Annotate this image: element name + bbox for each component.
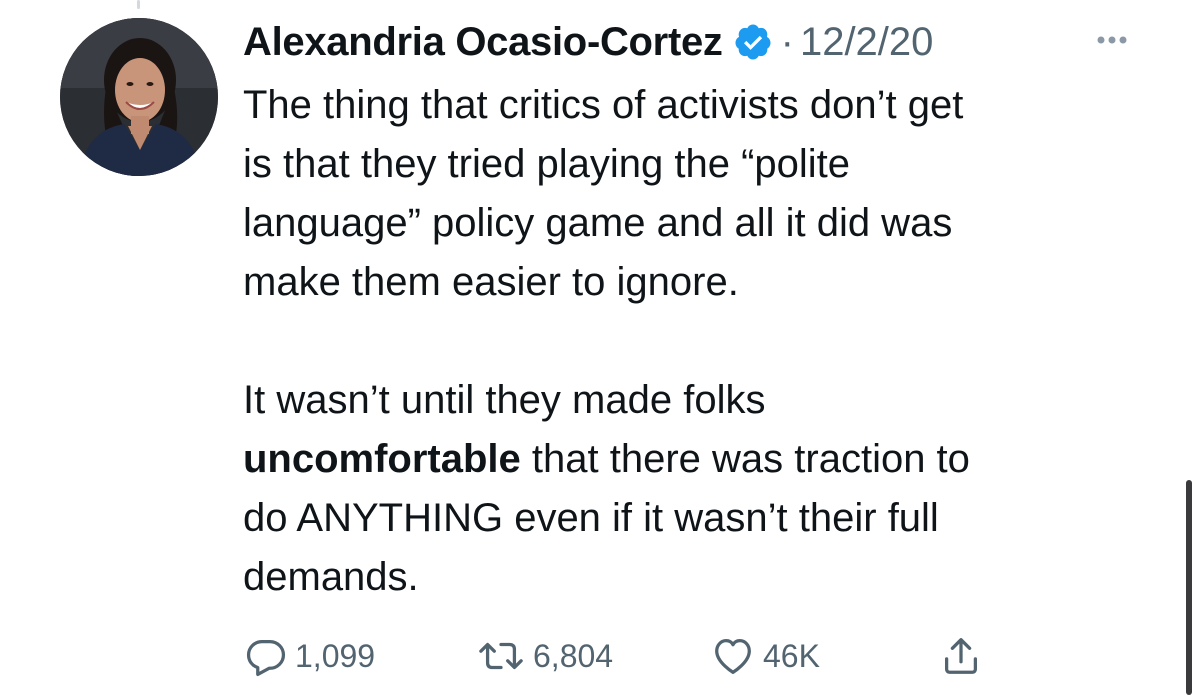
tweet-text-fragment: that there was traction to: [520, 437, 970, 481]
avatar-image: [60, 18, 218, 176]
tweet-header: Alexandria Ocasio-Cortez · 12/2/20: [243, 12, 933, 72]
retweet-icon: [471, 633, 531, 679]
separator-dot: ·: [780, 19, 794, 64]
tweet-date[interactable]: 12/2/20: [800, 20, 933, 65]
tweet-text: The thing that critics of activists don’…: [243, 76, 1143, 607]
like-count: 46K: [763, 637, 820, 674]
thread-line: [137, 0, 140, 9]
avatar[interactable]: [60, 18, 218, 176]
reply-icon: [243, 633, 289, 679]
tweet-actions: 1,099 6,804 46K: [243, 630, 1143, 682]
verified-badge-icon: [733, 22, 773, 62]
bold-word: uncomfortable: [243, 437, 521, 481]
tweet-text-line: uncomfortable that there was traction to: [243, 430, 1143, 489]
tweet[interactable]: Alexandria Ocasio-Cortez · 12/2/20 The t…: [0, 0, 1200, 695]
tweet-text-line: demands.: [243, 555, 419, 599]
retweet-count: 6,804: [533, 637, 614, 674]
tweet-text-line: is that they tried playing the “polite: [243, 142, 851, 186]
tweet-text-line: make them easier to ignore.: [243, 260, 739, 304]
heart-icon: [709, 633, 757, 679]
share-button[interactable]: [938, 630, 984, 682]
tweet-text-line: language” policy game and all it did was: [243, 201, 953, 245]
reply-button[interactable]: 1,099: [243, 630, 375, 682]
like-button[interactable]: 46K: [709, 630, 820, 682]
reply-count: 1,099: [295, 637, 376, 674]
share-icon: [938, 633, 984, 679]
more-horizontal-icon[interactable]: [1082, 20, 1142, 60]
tweet-text-line: The thing that critics of activists don’…: [243, 83, 964, 127]
author-name[interactable]: Alexandria Ocasio-Cortez: [243, 20, 723, 65]
tweet-text-line: do ANYTHING even if it wasn’t their full: [243, 496, 939, 540]
retweet-button[interactable]: 6,804: [471, 630, 613, 682]
scrollbar[interactable]: [1186, 480, 1192, 695]
tweet-text-line: It wasn’t until they made folks: [243, 378, 766, 422]
